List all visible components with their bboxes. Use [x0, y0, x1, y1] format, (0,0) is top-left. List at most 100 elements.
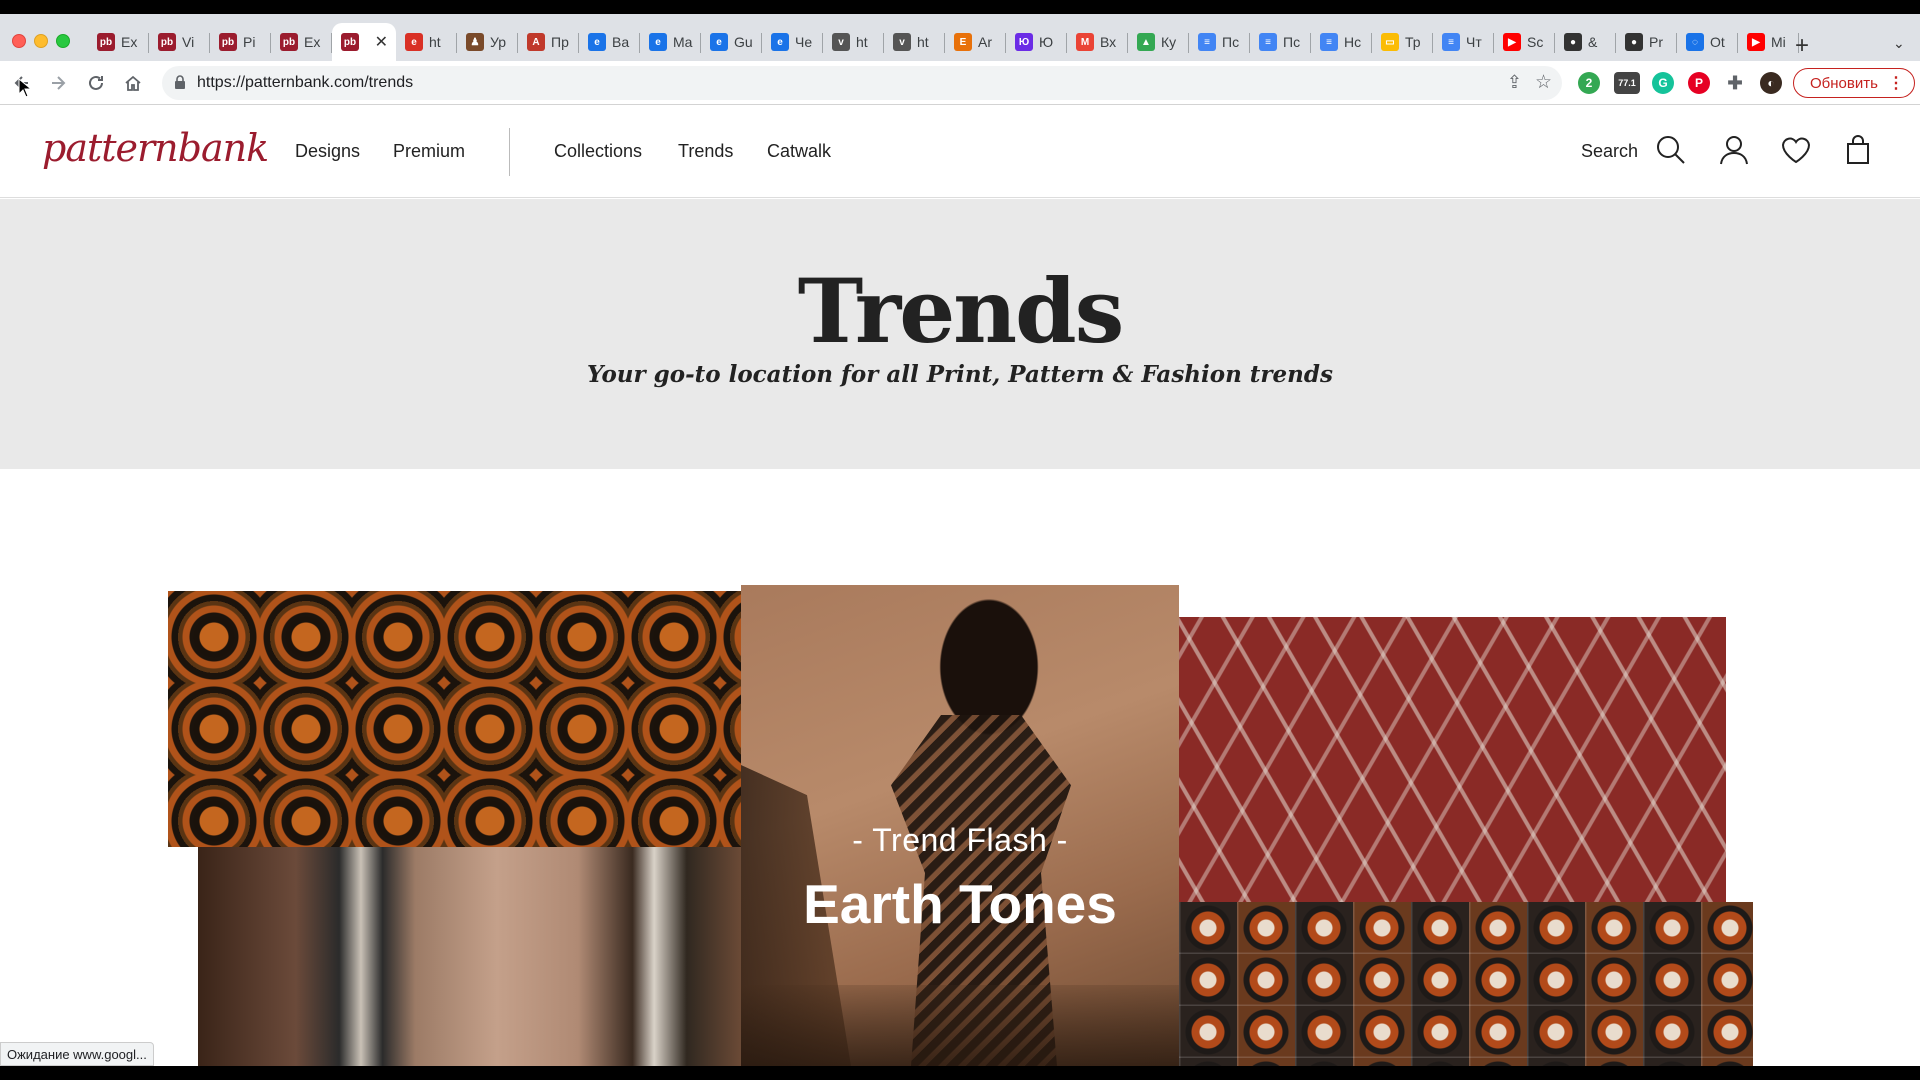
browser-tab[interactable]: ≡ Нс: [1311, 23, 1372, 61]
tab-label: Ar: [978, 34, 992, 50]
nav-catwalk[interactable]: Catwalk: [767, 141, 831, 162]
tab-favicon-icon: v: [832, 33, 850, 51]
browser-tab[interactable]: ▶ Mi: [1738, 23, 1799, 61]
tribal-textile-image[interactable]: [198, 847, 741, 1066]
page-title: Trends: [797, 259, 1125, 363]
tab-label: Pr: [1649, 34, 1663, 50]
nav-designs[interactable]: Designs: [295, 141, 360, 162]
browser-tab[interactable]: ♟ Ур: [457, 23, 518, 61]
trend-collage[interactable]: - Trend Flash - Earth Tones: [0, 470, 1920, 1066]
browser-tab[interactable]: e Ва: [579, 23, 640, 61]
url-text: https://patternbank.com/trends: [197, 74, 414, 91]
browser-tab[interactable]: pb ✕: [332, 23, 396, 61]
nav-trends[interactable]: Trends: [678, 141, 733, 162]
tab-favicon-icon: pb: [280, 33, 298, 51]
browser-tab[interactable]: ▶ Sc: [1494, 23, 1555, 61]
browser-tab[interactable]: pb Ex: [88, 23, 149, 61]
extension-counter-icon[interactable]: 77.1: [1614, 72, 1640, 94]
browser-tab[interactable]: ≡ Пс: [1250, 23, 1311, 61]
browser-tab[interactable]: e ht: [396, 23, 457, 61]
browser-tab[interactable]: e Ma: [640, 23, 701, 61]
forward-arrow-icon: [52, 76, 66, 90]
browser-tab[interactable]: v ht: [884, 23, 945, 61]
grammarly-icon[interactable]: G: [1652, 72, 1674, 94]
reload-button[interactable]: [82, 69, 110, 97]
patternbank-logo[interactable]: patternbank: [42, 126, 269, 170]
browser-tab[interactable]: ≡ Чт: [1433, 23, 1494, 61]
tab-favicon-icon: ▲: [1137, 33, 1155, 51]
browser-tab[interactable]: pb Pi: [210, 23, 271, 61]
update-button-label: Обновить: [1810, 74, 1878, 92]
lock-icon: [175, 75, 185, 89]
trends-hero: Trends Your go-to location for all Print…: [0, 199, 1920, 469]
browser-tab[interactable]: ● &: [1555, 23, 1616, 61]
browser-tab[interactable]: pb Vi: [149, 23, 210, 61]
pinterest-icon[interactable]: P: [1688, 72, 1710, 94]
geometric-print-image[interactable]: [168, 591, 741, 847]
tab-label: Ma: [673, 34, 693, 50]
extension-badge-icon[interactable]: 2: [1578, 72, 1600, 94]
browser-tab[interactable]: pb Ex: [271, 23, 332, 61]
tab-favicon-icon: ≡: [1442, 33, 1460, 51]
tab-label: Пс: [1222, 34, 1240, 50]
tab-favicon-icon: v: [893, 33, 911, 51]
tab-favicon-icon: M: [1076, 33, 1094, 51]
tab-label: Ю: [1039, 34, 1054, 50]
close-tab-icon[interactable]: ✕: [375, 32, 388, 52]
browser-tab[interactable]: A Пр: [518, 23, 579, 61]
profile-avatar[interactable]: ◐: [1760, 72, 1782, 94]
browser-tab[interactable]: e Gu: [701, 23, 762, 61]
minimize-window-button[interactable]: [34, 34, 48, 48]
browser-tab[interactable]: ● Pr: [1616, 23, 1677, 61]
tab-favicon-icon: ●: [1564, 33, 1582, 51]
browser-tab[interactable]: ▲ Ку: [1128, 23, 1189, 61]
browser-tab[interactable]: e Че: [762, 23, 823, 61]
browser-tab[interactable]: ▭ Тр: [1372, 23, 1433, 61]
nav-collections[interactable]: Collections: [554, 141, 642, 162]
ground-shape: [741, 985, 1179, 1066]
browser-tab[interactable]: E Ar: [945, 23, 1006, 61]
address-bar[interactable]: https://patternbank.com/trends ⇪ ☆: [162, 66, 1562, 100]
status-bubble: Ожидание www.googl...: [0, 1042, 154, 1066]
tab-label: Ур: [490, 34, 507, 50]
search-icon[interactable]: [1655, 134, 1687, 166]
new-tab-button[interactable]: +: [1795, 32, 1809, 60]
maximize-window-button[interactable]: [56, 34, 70, 48]
ikat-print-image[interactable]: [1179, 617, 1726, 902]
tab-search-button[interactable]: ⌄: [1893, 35, 1905, 52]
tab-label: Pi: [243, 34, 256, 50]
tab-favicon-icon: A: [527, 33, 545, 51]
tabs: pb Ex pb Vi pb Pi pb Ex pb ✕ e ht ♟ Ур A Пр e Ва e Ma e Gu e Че…: [88, 23, 1799, 61]
browser-tab[interactable]: v ht: [823, 23, 884, 61]
tab-label: &: [1588, 34, 1598, 50]
tile-mosaic-image[interactable]: [1179, 902, 1753, 1066]
nav-divider: [509, 128, 510, 176]
search-label[interactable]: Search: [1581, 141, 1638, 162]
update-button[interactable]: Обновить ⋮: [1793, 68, 1915, 98]
tab-favicon-icon: ▶: [1747, 33, 1765, 51]
close-window-button[interactable]: [12, 34, 26, 48]
bookmark-star-icon[interactable]: ☆: [1535, 71, 1552, 94]
shopping-bag-icon[interactable]: [1842, 134, 1874, 166]
browser-tab[interactable]: M Вх: [1067, 23, 1128, 61]
forward-button[interactable]: [44, 69, 72, 97]
letterbox-bottom: [0, 1066, 1920, 1080]
browser-toolbar: https://patternbank.com/trends ⇪ ☆ 2 77.…: [0, 61, 1920, 105]
home-button[interactable]: [119, 69, 147, 97]
tab-label: ht: [856, 34, 868, 50]
menu-dots-icon: ⋮: [1888, 75, 1904, 92]
page-subtitle: Your go-to location for all Print, Patte…: [587, 361, 1333, 388]
browser-tab[interactable]: ◌ Ot: [1677, 23, 1738, 61]
trend-title[interactable]: Earth Tones: [741, 872, 1179, 936]
browser-tab[interactable]: ≡ Пс: [1189, 23, 1250, 61]
tab-favicon-icon: ≡: [1320, 33, 1338, 51]
nav-premium[interactable]: Premium: [393, 141, 465, 162]
share-icon[interactable]: ⇪: [1507, 72, 1522, 93]
account-icon[interactable]: [1718, 134, 1750, 166]
extensions-puzzle-icon[interactable]: ✚: [1724, 72, 1746, 94]
tab-label: Нс: [1344, 34, 1362, 50]
wishlist-heart-icon[interactable]: [1780, 134, 1812, 166]
browser-tab[interactable]: ЮЮ: [1006, 23, 1067, 61]
tab-favicon-icon: pb: [97, 33, 115, 51]
tab-favicon-icon: e: [710, 33, 728, 51]
